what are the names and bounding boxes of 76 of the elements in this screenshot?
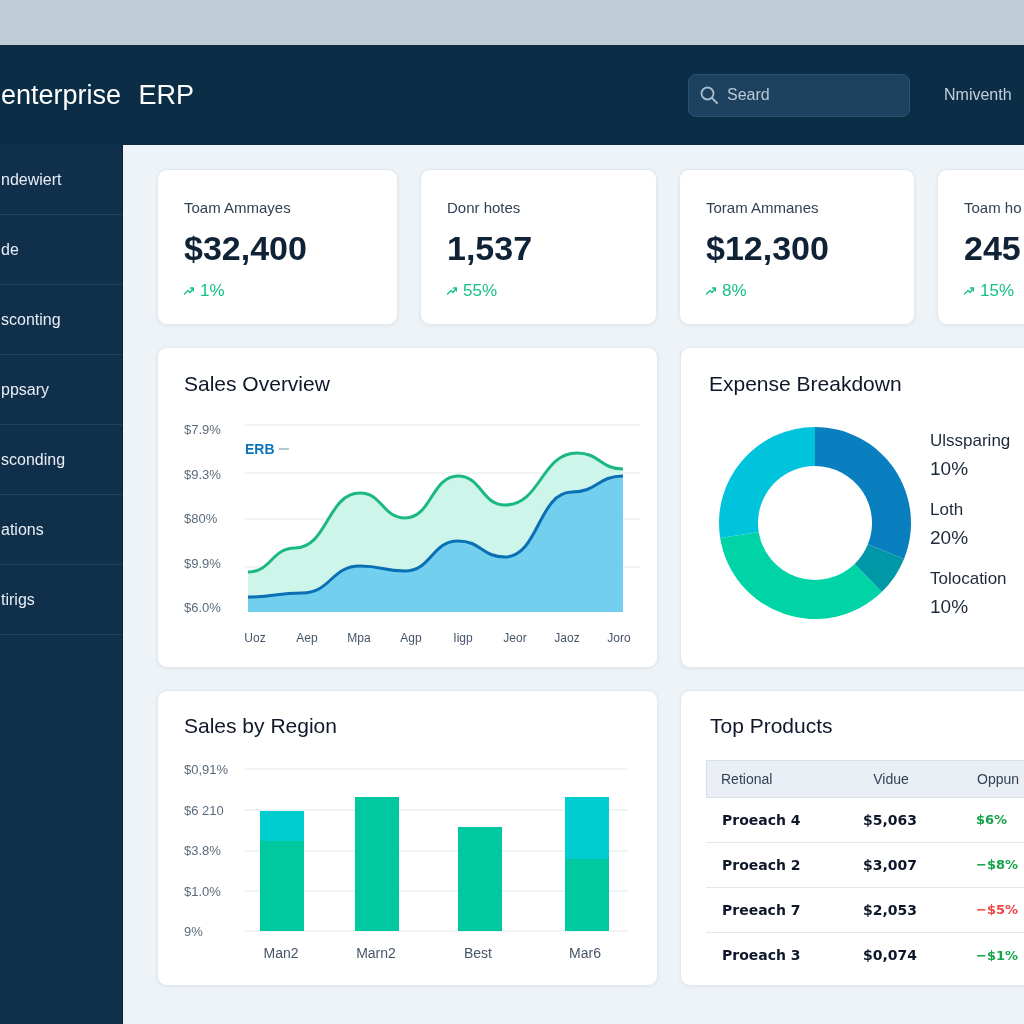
axis-label: $6 210	[184, 801, 225, 820]
table-cell-text: Proeach 4	[721, 810, 802, 830]
card-title: Top Products	[710, 714, 834, 738]
column-header: Vidue	[872, 769, 910, 789]
stat-change: 1%	[200, 281, 225, 301]
stat-value: 1,537	[447, 228, 534, 268]
sidebar-item[interactable]: sconding	[0, 425, 122, 495]
legend-value: 20%	[930, 526, 970, 550]
table-cell-text: −$1%	[975, 946, 1019, 965]
trend-arrow-icon	[447, 287, 457, 295]
sidebar-item[interactable]: de	[0, 215, 122, 285]
axis-label: Jaoz	[553, 630, 581, 646]
table-cell-text: −$5%	[975, 901, 1019, 920]
table-cell-text: −$8%	[975, 856, 1019, 875]
axis-label: Uoz	[243, 630, 267, 646]
axis-label: Joro	[606, 630, 632, 646]
table-cell-text: $5,063	[862, 810, 918, 830]
axis-label: $0,91%	[184, 761, 230, 779]
sidebar-item[interactable]: tirigs	[0, 565, 122, 635]
trend-arrow-icon	[706, 287, 716, 295]
legend-line-icon	[278, 448, 289, 450]
stat-change: 55%	[463, 281, 498, 301]
axis-label: Mar6	[568, 945, 602, 961]
axis-label: $9.9%	[184, 554, 222, 573]
card-title: Sales Overview	[184, 372, 331, 396]
user-menu[interactable]: Nmiventh	[944, 83, 1012, 107]
app-title: enterprise ERP	[0, 78, 196, 112]
stat-change: 15%	[980, 281, 1015, 301]
search-icon	[700, 85, 718, 104]
axis-label: Iigp	[452, 630, 474, 646]
trend-arrow-icon	[964, 287, 974, 295]
axis-label: $1.0%	[184, 882, 222, 901]
table-cell-text: $3,007	[862, 855, 918, 875]
stat-value: $12,300	[706, 228, 830, 268]
axis-label: Marn2	[355, 945, 397, 961]
stat-label: Donr hotes	[447, 198, 522, 218]
card-title: Expense Breakdown	[709, 372, 903, 396]
table-cell-text: $0,074	[862, 946, 918, 965]
axis-label: Agp	[399, 630, 423, 646]
axis-label: $3.8%	[184, 842, 222, 860]
table-cell-text: Proeach 3	[721, 946, 802, 965]
axis-label: $9.3%	[184, 465, 222, 484]
stat-change: 8%	[722, 281, 747, 301]
axis-label: Aep	[295, 630, 319, 646]
table-cell-text: $2,053	[862, 900, 918, 920]
stat-value: $32,400	[184, 228, 308, 268]
sidebar-item[interactable]: ppsary	[0, 355, 122, 425]
legend-value: 10%	[930, 595, 970, 619]
sidebar-item[interactable]: ations	[0, 495, 122, 565]
table-cell-text: $6%	[975, 811, 1009, 830]
sidebar-item[interactable]: sconting	[0, 285, 122, 355]
axis-label: $6.0%	[184, 599, 222, 617]
stat-label: Toam Ammayes	[184, 198, 292, 218]
legend-label: Ulssparing	[930, 430, 1011, 452]
axis-label: Jeor	[502, 630, 528, 646]
stat-label: Toam ho	[964, 198, 1023, 218]
axis-label: 9%	[184, 923, 204, 941]
trend-arrow-icon	[184, 287, 194, 295]
legend-label: ERB	[245, 440, 275, 458]
axis-label: Mpa	[346, 630, 372, 646]
axis-label: $80%	[184, 510, 219, 528]
stat-value: 245	[964, 228, 1022, 268]
axis-label: Man2	[262, 945, 300, 961]
axis-label: $7.9%	[184, 421, 222, 439]
legend-label: Tolocation	[930, 568, 1008, 590]
column-header: Oppun	[976, 769, 1021, 789]
table-cell-text: Proeach 2	[721, 855, 802, 875]
column-header: Retional	[720, 769, 774, 789]
sidebar-item[interactable]: ndewiert	[0, 145, 122, 215]
stat-label: Toram Ammanes	[706, 198, 820, 218]
search-field[interactable]: Seard	[688, 73, 910, 117]
axis-label: Best	[463, 945, 493, 961]
card-title: Sales by Region	[184, 714, 338, 738]
legend-value: 10%	[930, 457, 970, 481]
legend-label: Loth	[930, 499, 965, 521]
table-cell-text: Preeach 7	[721, 900, 802, 920]
